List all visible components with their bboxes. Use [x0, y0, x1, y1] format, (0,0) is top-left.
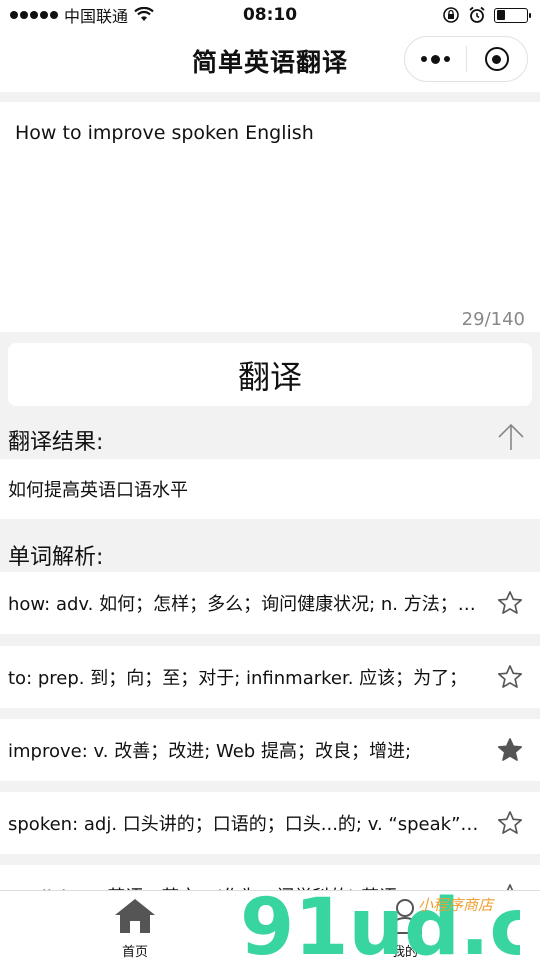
word-definition: how: adv. 如何；怎样；多么；询问健康状况; n. 方法；方式；: [8, 594, 496, 615]
status-bar: 中国联通 08:10: [0, 0, 540, 30]
close-mini-program-button[interactable]: [467, 37, 528, 81]
tab-mine-label: 我的: [391, 945, 418, 960]
more-button[interactable]: [405, 37, 466, 81]
nav-bar: 简单英语翻译: [0, 30, 540, 92]
status-left: 中国联通: [10, 3, 154, 27]
tab-home-label: 首页: [121, 945, 148, 960]
result-text: 如何提高英语口语水平: [8, 480, 188, 501]
words-section-title: 单词解析:: [8, 545, 104, 570]
word-item: improve: v. 改善；改进; Web 提高；改良；增进;: [0, 719, 540, 781]
result-box: 如何提高英语口语水平: [0, 459, 540, 519]
result-section-title: 翻译结果:: [8, 430, 104, 455]
word-item: how: adv. 如何；怎样；多么；询问健康状况; n. 方法；方式；: [0, 572, 540, 634]
translate-button[interactable]: 翻译: [8, 343, 532, 406]
star-icon[interactable]: [496, 589, 524, 617]
battery-icon: [494, 7, 531, 23]
user-icon: [387, 899, 423, 934]
mini-program-capsule: [404, 36, 528, 82]
carrier-label: 中国联通: [64, 7, 129, 26]
alarm-icon: [469, 6, 485, 23]
char-counter: 29/140: [461, 309, 525, 330]
more-dots-icon: [420, 54, 450, 64]
word-item: to: prep. 到；向；至；对于; infinmarker. 应该；为了；: [0, 646, 540, 708]
word-definition: improve: v. 改善；改进; Web 提高；改良；增进;: [8, 741, 412, 762]
status-right: [442, 6, 531, 24]
word-definition: to: prep. 到；向；至；对于; infinmarker. 应该；为了；: [8, 668, 468, 689]
word-item: spoken: adj. 口头讲的；口语的；口头...的; v. “speak”…: [0, 792, 540, 854]
tab-bar: 首页 我的: [0, 890, 540, 960]
input-area: How to improve spoken English 29/140: [0, 102, 540, 332]
battery-fill: [496, 10, 506, 20]
signal-icon: [10, 11, 58, 19]
home-icon: [115, 899, 155, 933]
page-title: 简单英语翻译: [191, 48, 348, 77]
tab-mine[interactable]: 我的: [365, 897, 445, 960]
tab-home[interactable]: 首页: [95, 897, 175, 960]
word-definition: spoken: adj. 口头讲的；口语的；口头...的; v. “speak”…: [8, 814, 496, 835]
target-icon: [484, 47, 509, 71]
rotation-lock-icon: [443, 7, 459, 23]
source-text-input[interactable]: How to improve spoken English: [15, 120, 525, 300]
star-icon[interactable]: [496, 663, 524, 691]
wifi-icon: [134, 7, 154, 21]
arrow-up-icon[interactable]: [496, 422, 526, 452]
star-icon[interactable]: [496, 809, 524, 837]
star-icon[interactable]: [496, 736, 524, 764]
